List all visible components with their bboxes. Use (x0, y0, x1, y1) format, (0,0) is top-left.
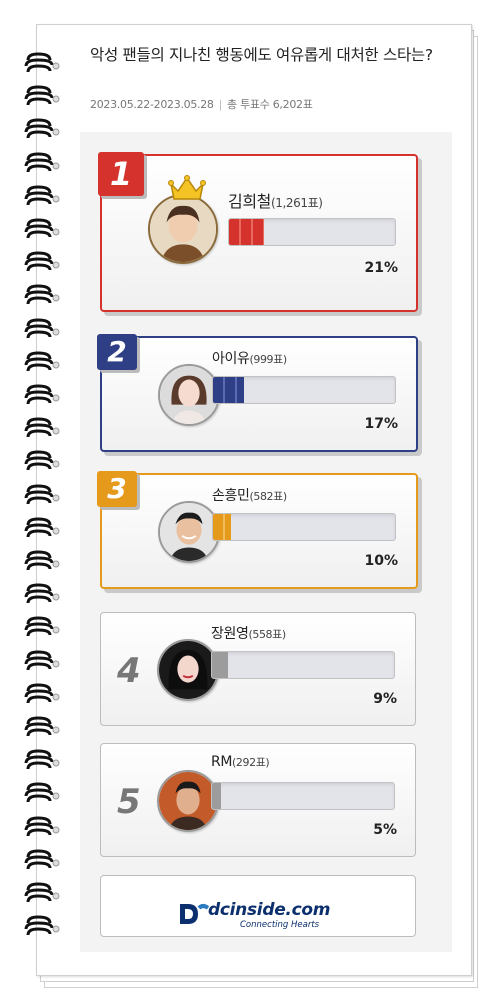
spiral-ring-icon (24, 417, 60, 438)
avatar (158, 364, 220, 426)
poll-title: 악성 팬들의 지나친 행동에도 여유롭게 대처한 스타는? (90, 46, 433, 64)
spiral-ring-icon (24, 517, 60, 537)
candidate-name: 김희철(1,261표) (228, 188, 323, 212)
vote-count: (558표) (248, 628, 286, 641)
poll-result-panel: 악성 팬들의 지나친 행동에도 여유롭게 대처한 스타는? 2023.05.22… (80, 30, 452, 952)
spiral-ring-icon (24, 583, 60, 604)
vote-percent: 5% (373, 822, 397, 838)
spiral-ring-icon (24, 484, 60, 504)
vote-percent: 9% (373, 691, 397, 707)
vote-bar (228, 218, 396, 246)
avatar (148, 194, 218, 264)
spiral-ring-icon (24, 650, 60, 670)
spiral-ring-icon (24, 683, 60, 703)
spiral-ring-icon (24, 915, 60, 936)
meta-separator: | (218, 98, 223, 111)
rank-badge: 3 (97, 471, 137, 507)
spiral-ring-icon (24, 816, 60, 836)
poll-meta: 2023.05.22-2023.05.28 | 총 투표수 6,202표 (90, 96, 313, 112)
rank-card-3[interactable]: 3 손흥민(582표) 10% (97, 471, 418, 589)
rank-badge: 1 (98, 152, 144, 196)
spiral-ring-icon (24, 251, 60, 272)
spiral-ring-icon (24, 318, 60, 338)
rank-badge: 2 (97, 334, 137, 370)
candidate-name-text: 아이유 (212, 351, 250, 367)
vote-bar-fill (213, 514, 232, 540)
dcinside-logo-icon (180, 904, 210, 924)
vote-percent: 10% (364, 553, 398, 569)
spiral-ring-icon (24, 284, 60, 305)
spiral-ring-icon (24, 384, 60, 405)
spiral-ring-icon (24, 716, 60, 737)
spiral-ring-icon (24, 85, 60, 106)
spiral-ring-icon (24, 152, 60, 172)
spiral-ring-icon (24, 550, 60, 571)
vote-bar (212, 513, 396, 541)
vote-bar (211, 651, 395, 679)
spiral-ring-icon (24, 450, 60, 471)
rank-card-5[interactable]: 5 RM(292표) 5% (100, 743, 416, 857)
spiral-ring-icon (24, 882, 60, 903)
spiral-binding-icon (22, 52, 72, 952)
poll-header: 악성 팬들의 지나친 행동에도 여유롭게 대처한 스타는? 2023.05.22… (80, 30, 452, 132)
poll-total-votes: 총 투표수 6,202표 (227, 98, 313, 111)
spiral-ring-icon (24, 218, 60, 239)
spiral-ring-icon (24, 749, 60, 770)
avatar (157, 639, 219, 701)
vote-count: (999표) (249, 353, 287, 366)
candidate-name: 아이유(999표) (212, 348, 287, 368)
candidate-name: RM(292표) (211, 754, 270, 770)
rank-number: 5 (117, 782, 141, 822)
vote-count: (582표) (249, 490, 287, 503)
vote-count: (292표) (232, 756, 270, 769)
logo-text: dcinside.com (208, 900, 331, 920)
rank-card-4[interactable]: 4 장원영(558표) 9% (100, 612, 416, 726)
rank-card-1[interactable]: 1 김희철(1,261표) 21% (98, 152, 418, 312)
avatar (157, 770, 219, 832)
candidate-name-text: RM (211, 754, 233, 770)
crown-icon (168, 175, 206, 200)
spiral-ring-icon (24, 118, 60, 139)
vote-bar-fill (212, 652, 229, 678)
vote-bar (211, 782, 395, 810)
rank-card-2[interactable]: 2 아이유(999표) 17% (97, 334, 418, 452)
vote-count: (1,261표) (270, 196, 323, 210)
spiral-ring-icon (24, 849, 60, 869)
vote-percent: 17% (364, 416, 398, 432)
logo-tagline: Connecting Hearts (240, 920, 320, 930)
candidate-name-text: 김희철 (228, 192, 271, 211)
candidate-name-text: 손흥민 (212, 488, 250, 504)
spiral-ring-icon (24, 616, 60, 637)
spiral-ring-icon (24, 351, 60, 371)
vote-bar-fill (229, 219, 264, 245)
candidate-name: 손흥민(582표) (212, 485, 287, 505)
avatar (158, 501, 220, 563)
candidate-name: 장원영(558표) (211, 623, 286, 643)
vote-bar (212, 376, 396, 404)
candidate-name-text: 장원영 (211, 626, 249, 642)
poll-period: 2023.05.22-2023.05.28 (90, 98, 214, 111)
rank-number: 4 (117, 651, 141, 691)
spiral-ring-icon (24, 782, 60, 803)
vote-percent: 21% (364, 260, 398, 276)
vote-bar-fill (213, 377, 244, 403)
spiral-ring-icon (24, 185, 60, 205)
dcinside-logo[interactable]: dcinside.com Connecting Hearts (170, 898, 370, 938)
spiral-ring-icon (24, 52, 60, 73)
vote-bar-fill (212, 783, 222, 809)
